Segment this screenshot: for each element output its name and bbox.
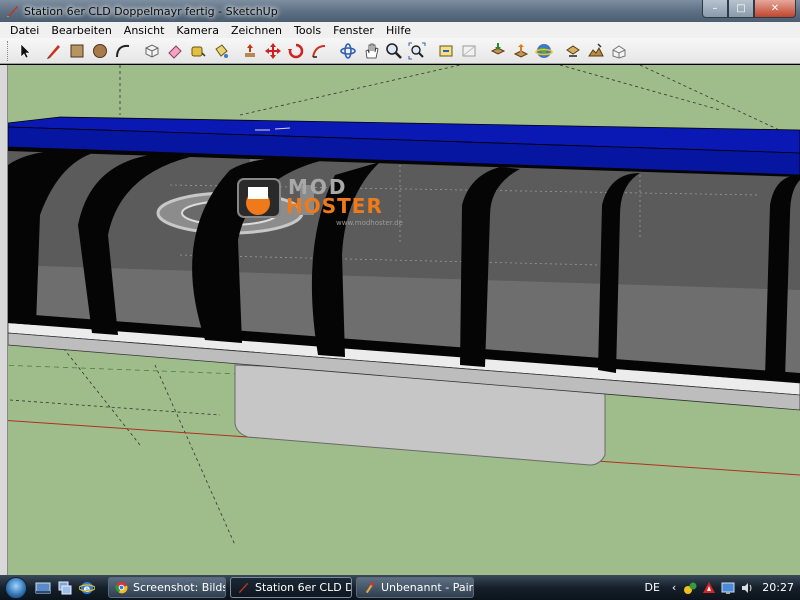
watermark-hoster: HOSTER xyxy=(286,194,383,218)
share-model-button[interactable] xyxy=(509,40,532,62)
window-title: Station 6er CLD Doppelmayr fertig - Sket… xyxy=(24,4,278,18)
task-chrome-screenshot[interactable]: Screenshot: Bildschi... xyxy=(108,577,226,598)
switch-windows-icon[interactable] xyxy=(57,580,73,596)
menu-tools[interactable]: Tools xyxy=(288,24,327,37)
display-tray-icon[interactable] xyxy=(721,581,735,595)
windows-taskbar: e Screenshot: Bildschi... Station 6er CL… xyxy=(0,575,800,600)
push-pull-button[interactable] xyxy=(238,40,261,62)
orbit-icon xyxy=(339,42,356,59)
zoom-button[interactable] xyxy=(382,40,405,62)
watermark-url: www.modhoster.de xyxy=(336,219,403,227)
rectangle-button[interactable] xyxy=(65,40,88,62)
rotate-icon xyxy=(287,43,303,58)
previous-view-icon xyxy=(439,45,452,56)
pan-button[interactable] xyxy=(359,40,382,62)
zoom-extents-icon xyxy=(408,42,425,59)
pan-hand-icon xyxy=(365,43,378,58)
google-earth-button[interactable] xyxy=(532,40,555,62)
menu-bar: Datei Bearbeiten Ansicht Kamera Zeichnen… xyxy=(0,22,800,38)
eraser-button[interactable] xyxy=(163,40,186,62)
eraser-icon xyxy=(167,44,182,59)
internet-explorer-icon[interactable]: e xyxy=(79,580,95,596)
toggle-terrain-icon xyxy=(587,42,604,56)
zoom-extents-button[interactable] xyxy=(405,40,428,62)
toolbar-grip[interactable] xyxy=(7,40,10,61)
tray-expand-icon[interactable]: ‹ xyxy=(672,581,676,594)
modhoster-logo-icon xyxy=(237,178,281,218)
modhoster-watermark: MOD HOSTER www.modhoster.de xyxy=(236,177,416,229)
previous-view-button[interactable] xyxy=(434,40,457,62)
task-paint[interactable]: Unbenannt - Paint xyxy=(356,577,474,598)
place-model-icon xyxy=(612,44,625,59)
task-sketchup-station[interactable]: Station 6er CLD Dop... xyxy=(230,577,352,598)
clock[interactable]: 20:27 xyxy=(762,581,794,594)
paint-bucket-icon xyxy=(214,43,228,58)
menu-bearbeiten[interactable]: Bearbeiten xyxy=(45,24,117,37)
sketchup-icon xyxy=(238,582,249,594)
circle-button[interactable] xyxy=(88,40,111,62)
menu-ansicht[interactable]: Ansicht xyxy=(118,24,171,37)
system-tray: DE ‹ 20:27 xyxy=(644,575,800,600)
maximize-button[interactable]: □ xyxy=(728,0,754,18)
zoom-icon xyxy=(385,42,402,59)
menu-datei[interactable]: Datei xyxy=(4,24,45,37)
move-button[interactable] xyxy=(261,40,284,62)
menu-fenster[interactable]: Fenster xyxy=(327,24,380,37)
show-desktop-icon[interactable] xyxy=(35,580,51,596)
menu-kamera[interactable]: Kamera xyxy=(170,24,225,37)
move-icon xyxy=(264,42,281,59)
make-component-button[interactable] xyxy=(140,40,163,62)
minimize-button[interactable]: – xyxy=(702,0,728,18)
rectangle-icon xyxy=(70,44,83,57)
toggle-terrain-button[interactable] xyxy=(584,40,607,62)
next-view-button[interactable] xyxy=(457,40,480,62)
share-model-icon xyxy=(513,43,528,58)
start-button[interactable] xyxy=(0,575,32,600)
volume-tray-icon[interactable] xyxy=(740,581,754,595)
follow-me-button[interactable] xyxy=(307,40,330,62)
paint-bucket-button[interactable] xyxy=(209,40,232,62)
tape-measure-icon xyxy=(191,46,206,57)
main-toolbar xyxy=(0,38,800,64)
task-label: Unbenannt - Paint xyxy=(381,581,474,594)
next-view-icon xyxy=(462,45,475,56)
get-models-icon xyxy=(490,42,505,55)
task-label: Screenshot: Bildschi... xyxy=(133,581,226,594)
circle-icon xyxy=(92,43,107,58)
windows-logo-icon xyxy=(5,576,27,599)
tape-measure-button[interactable] xyxy=(186,40,209,62)
model-viewport[interactable]: MOD HOSTER www.modhoster.de xyxy=(0,65,800,575)
language-indicator[interactable]: DE xyxy=(644,581,659,594)
get-current-view-icon xyxy=(565,44,580,57)
station-model-render xyxy=(0,65,800,575)
antivirus-tray-icon[interactable] xyxy=(702,581,716,595)
orbit-button[interactable] xyxy=(336,40,359,62)
menu-zeichnen[interactable]: Zeichnen xyxy=(225,24,288,37)
get-current-view-button[interactable] xyxy=(561,40,584,62)
arc-button[interactable] xyxy=(111,40,134,62)
place-model-button[interactable] xyxy=(607,40,630,62)
paint-icon xyxy=(365,581,375,594)
menu-hilfe[interactable]: Hilfe xyxy=(380,24,417,37)
rotate-button[interactable] xyxy=(284,40,307,62)
get-models-button[interactable] xyxy=(486,40,509,62)
arc-icon xyxy=(115,44,129,57)
select-tool-icon xyxy=(20,42,31,58)
network-tray-icon[interactable] xyxy=(683,581,697,595)
select-tool-button[interactable] xyxy=(13,40,36,62)
close-button[interactable]: ✕ xyxy=(754,0,796,18)
google-earth-icon xyxy=(534,43,553,58)
push-pull-icon xyxy=(244,43,255,57)
sketchup-app-icon xyxy=(7,6,18,17)
task-label: Station 6er CLD Dop... xyxy=(255,581,351,594)
make-component-icon xyxy=(145,43,158,58)
chrome-icon xyxy=(115,581,128,594)
pencil-line-icon xyxy=(46,44,60,59)
pencil-line-button[interactable] xyxy=(42,40,65,62)
title-bar: Station 6er CLD Doppelmayr fertig - Sket… xyxy=(0,0,800,22)
follow-me-icon xyxy=(311,44,325,58)
